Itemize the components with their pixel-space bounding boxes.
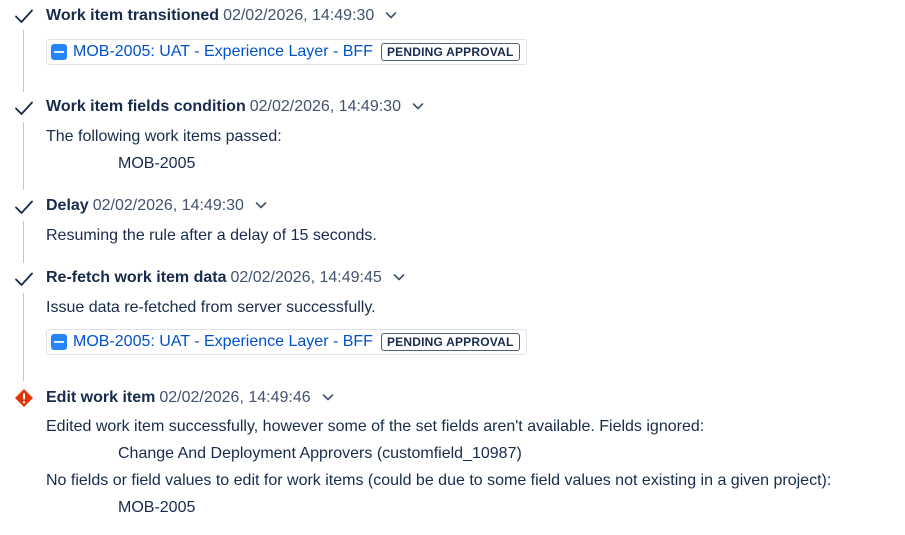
step-timestamp: 02/02/2026, 14:49:45 (230, 269, 382, 286)
check-icon (15, 272, 33, 286)
step-timestamp: 02/02/2026, 14:49:46 (159, 389, 311, 406)
issue-link[interactable]: MOB-2005: UAT - Experience Layer - BFF (73, 43, 373, 61)
affected-work-item: MOB-2005 (118, 499, 196, 516)
check-icon (15, 200, 33, 214)
step-timestamp: 02/02/2026, 14:49:30 (92, 197, 244, 214)
step-header: Re-fetch work item data 02/02/2026, 14:49… (46, 268, 406, 288)
step-message-secondary: No fields or field values to edit for wo… (46, 472, 832, 489)
status-lozenge: PENDING APPROVAL (380, 333, 520, 351)
chevron-down-icon[interactable] (321, 390, 335, 404)
error-diamond-icon (15, 389, 33, 407)
step-message: Issue data re-fetched from server succes… (46, 299, 376, 316)
step-header: Work item fields condition 02/02/2026, 14… (46, 97, 425, 117)
status-lozenge: PENDING APPROVAL (380, 43, 520, 61)
chevron-down-icon[interactable] (254, 198, 268, 212)
chevron-down-icon[interactable] (411, 99, 425, 113)
step-message: Edited work item successfully, however s… (46, 418, 705, 435)
step-timestamp: 02/02/2026, 14:49:30 (249, 98, 401, 115)
step-title: Edit work item (46, 389, 156, 406)
issue-card[interactable]: MOB-2005: UAT - Experience Layer - BFF P… (46, 39, 527, 65)
timeline-connector (23, 122, 24, 190)
issue-card[interactable]: MOB-2005: UAT - Experience Layer - BFF P… (46, 329, 527, 355)
chevron-down-icon[interactable] (392, 270, 406, 284)
timeline-connector (23, 221, 24, 263)
ignored-field: Change And Deployment Approvers (customf… (118, 445, 522, 462)
step-title: Work item fields condition (46, 98, 246, 115)
step-message: The following work items passed: (46, 128, 282, 145)
step-message: Resuming the rule after a delay of 15 se… (46, 227, 377, 244)
issue-type-icon (51, 44, 67, 60)
chevron-down-icon[interactable] (384, 8, 398, 22)
step-title: Re-fetch work item data (46, 269, 227, 286)
passed-work-item: MOB-2005 (118, 155, 196, 172)
step-header: Work item transitioned 02/02/2026, 14:49:… (46, 6, 398, 26)
step-header: Edit work item 02/02/2026, 14:49:46 (46, 388, 335, 408)
step-title: Work item transitioned (46, 7, 220, 24)
timeline-connector (23, 293, 24, 381)
step-header: Delay 02/02/2026, 14:49:30 (46, 196, 268, 216)
step-timestamp: 02/02/2026, 14:49:30 (223, 7, 375, 24)
timeline-connector (23, 30, 24, 92)
check-icon (15, 101, 33, 115)
issue-type-icon (51, 334, 67, 350)
check-icon (15, 9, 33, 23)
issue-link[interactable]: MOB-2005: UAT - Experience Layer - BFF (73, 333, 373, 351)
step-title: Delay (46, 197, 89, 214)
